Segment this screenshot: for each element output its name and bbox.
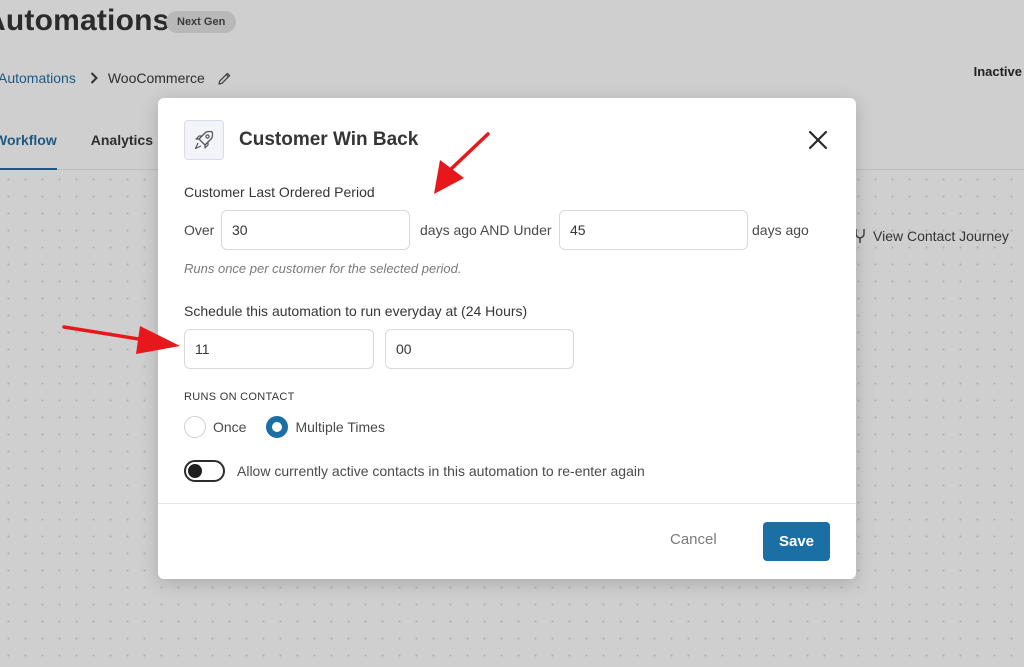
view-contact-journey-link[interactable]: View Contact Journey <box>853 228 1009 244</box>
tab-bar: Workflow Analytics <box>0 132 153 170</box>
schedule-label: Schedule this automation to run everyday… <box>184 303 528 319</box>
radio-once-circle <box>184 416 206 438</box>
radio-multiple-times[interactable]: Multiple Times <box>266 416 385 438</box>
under-days-input[interactable] <box>559 210 748 250</box>
tab-workflow[interactable]: Workflow <box>0 132 57 170</box>
close-icon <box>808 130 828 150</box>
runs-on-contact-options: Once Multiple Times <box>184 416 385 438</box>
rocket-icon <box>184 120 224 160</box>
days-ago-and-under-text: days ago AND Under <box>420 222 552 238</box>
last-ordered-period-label: Customer Last Ordered Period <box>184 184 375 200</box>
footer-divider <box>158 503 856 504</box>
status-label[interactable]: Inactive <box>974 64 1022 79</box>
modal-title: Customer Win Back <box>239 129 419 150</box>
breadcrumb-current: WooCommerce <box>107 70 205 86</box>
radio-once-label: Once <box>213 419 247 435</box>
view-contact-journey-label: View Contact Journey <box>873 228 1009 244</box>
chevron-right-icon <box>90 72 98 84</box>
radio-multiple-times-label: Multiple Times <box>295 419 385 435</box>
days-ago-text: days ago <box>752 222 809 238</box>
radio-multiple-times-circle <box>266 416 289 438</box>
page-title: Automations <box>0 4 170 37</box>
radio-once[interactable]: Once <box>184 416 246 438</box>
tab-analytics[interactable]: Analytics <box>91 132 153 170</box>
reenter-toggle[interactable] <box>184 460 225 482</box>
customer-win-back-modal: Customer Win Back Customer Last Ordered … <box>158 98 856 579</box>
close-button[interactable] <box>806 128 830 152</box>
over-days-input[interactable] <box>221 210 410 250</box>
next-gen-badge: Next Gen <box>166 11 237 33</box>
period-helper-text: Runs once per customer for the selected … <box>184 261 462 276</box>
pencil-icon[interactable] <box>217 71 232 86</box>
schedule-minute-input[interactable] <box>385 329 574 369</box>
runs-on-contact-label: RUNS ON CONTACT <box>184 391 295 403</box>
schedule-hour-input[interactable] <box>184 329 374 369</box>
reenter-row: Allow currently active contacts in this … <box>184 460 645 482</box>
toggle-knob <box>188 464 202 478</box>
breadcrumb: Automations WooCommerce <box>0 70 232 86</box>
breadcrumb-automations-link[interactable]: Automations <box>0 70 76 86</box>
cancel-button[interactable]: Cancel <box>670 531 717 548</box>
save-button[interactable]: Save <box>763 522 830 561</box>
reenter-label: Allow currently active contacts in this … <box>237 463 645 479</box>
over-text: Over <box>184 222 215 238</box>
